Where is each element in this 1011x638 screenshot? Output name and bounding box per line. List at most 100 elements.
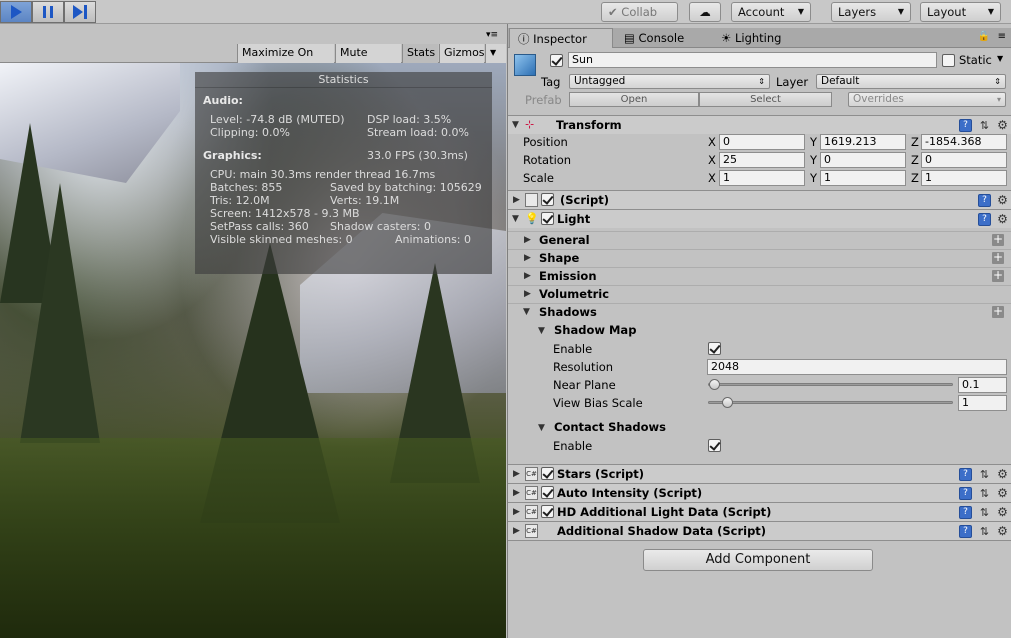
prefab-open-button[interactable]: Open (569, 92, 699, 107)
menu-icon[interactable]: ≡ (998, 31, 1006, 42)
step-button[interactable] (64, 1, 96, 23)
help-icon[interactable]: ? (978, 213, 991, 226)
gizmos-dropdown-arrow[interactable]: ▼ (485, 44, 506, 63)
transform-header[interactable]: ▼ ⊹ Transform ? ⇅ ⚙ (508, 115, 1011, 134)
collab-button[interactable]: ✔ Collab ▼ (601, 2, 678, 36)
contact-shadows-enable-checkbox[interactable] (708, 439, 721, 452)
auto-intensity-component-header[interactable]: ▶ C# Auto Intensity (Script) ? ⇅ ⚙ (508, 483, 1011, 502)
scale-y-field[interactable]: 1 (820, 170, 906, 186)
stars-component-header[interactable]: ▶ C# Stars (Script) ? ⇅ ⚙ (508, 464, 1011, 483)
foldout-open-icon: ▼ (512, 120, 519, 130)
rotation-x-field[interactable]: 25 (719, 152, 805, 168)
lock-icon[interactable]: 🔒 (978, 31, 990, 42)
hd-additional-light-data-header[interactable]: ▶ C# HD Additional Light Data (Script) ?… (508, 502, 1011, 521)
static-checkbox[interactable] (942, 54, 955, 67)
preset-icon[interactable]: ⇅ (978, 119, 991, 132)
scale-z-field[interactable]: 1 (921, 170, 1007, 186)
pause-button[interactable] (32, 1, 64, 23)
account-dropdown[interactable]: Account ▼ (731, 2, 811, 22)
gear-icon[interactable]: ⚙ (996, 119, 1009, 132)
layout-dropdown[interactable]: Layout ▼ (920, 2, 1001, 22)
gear-icon[interactable]: ⚙ (996, 468, 1009, 481)
section-emission[interactable]: ▶ Emission + (508, 267, 1011, 285)
foldout-open-icon: ▼ (523, 307, 530, 317)
chevron-down-icon[interactable]: ▼ (997, 54, 1003, 63)
add-component-button[interactable]: Add Component (643, 549, 873, 571)
near-plane-field[interactable]: 0.1 (958, 377, 1007, 393)
axis-z-label: Z (911, 135, 919, 149)
preset-icon[interactable]: ⇅ (978, 525, 991, 538)
foldout-open-icon[interactable]: ▼ (538, 423, 545, 433)
position-z-field[interactable]: -1854.368 (921, 134, 1007, 150)
preset-icon[interactable]: ⇅ (978, 506, 991, 519)
help-icon[interactable]: ? (959, 468, 972, 481)
scale-x-field[interactable]: 1 (719, 170, 805, 186)
tag-dropdown[interactable]: Untagged ⇕ (569, 74, 770, 89)
view-bias-field[interactable]: 1 (958, 395, 1007, 411)
scale-label: Scale (523, 171, 554, 185)
component-enabled-checkbox[interactable] (541, 505, 554, 518)
play-button[interactable] (0, 1, 32, 23)
view-bias-slider[interactable] (708, 401, 953, 404)
additional-shadow-data-title: Additional Shadow Data (Script) (557, 524, 767, 538)
position-y-field[interactable]: 1619.213 (820, 134, 906, 150)
gear-icon[interactable]: ⚙ (996, 194, 1009, 207)
section-shadows[interactable]: ▼ Shadows + (508, 303, 1011, 321)
foldout-open-icon[interactable]: ▼ (538, 326, 545, 336)
view-bias-slider-handle[interactable] (722, 397, 733, 408)
script-component-header[interactable]: ▶ (Script) ? ⚙ (508, 190, 1011, 209)
shadow-map-enable-checkbox[interactable] (708, 342, 721, 355)
plus-icon[interactable]: + (992, 269, 1004, 282)
near-plane-slider-handle[interactable] (709, 379, 720, 390)
help-icon[interactable]: ? (959, 525, 972, 538)
near-plane-slider[interactable] (708, 383, 953, 386)
tab-console[interactable]: ▤ Console (616, 28, 706, 48)
rotation-z-field[interactable]: 0 (921, 152, 1007, 168)
maximize-on-play-toggle[interactable]: Maximize On Play (237, 44, 334, 77)
help-icon[interactable]: ? (959, 119, 972, 132)
position-x-field[interactable]: 0 (719, 134, 805, 150)
plus-icon[interactable]: + (992, 233, 1004, 246)
help-icon[interactable]: ? (959, 487, 972, 500)
gizmos-toggle[interactable]: Gizmos (439, 44, 485, 63)
additional-shadow-data-header[interactable]: ▶ C# Additional Shadow Data (Script) ? ⇅… (508, 521, 1011, 540)
layer-dropdown[interactable]: Default ⇕ (816, 74, 1006, 89)
object-name-field[interactable]: Sun (568, 52, 937, 68)
section-volumetric[interactable]: ▶ Volumetric (508, 285, 1011, 303)
section-emission-label: Emission (539, 269, 597, 283)
preset-icon[interactable]: ⇅ (978, 487, 991, 500)
component-enabled-checkbox[interactable] (541, 467, 554, 480)
component-enabled-checkbox[interactable] (541, 486, 554, 499)
section-general-label: General (539, 233, 590, 247)
preset-icon[interactable]: ⇅ (978, 468, 991, 481)
layers-dropdown[interactable]: Layers ▼ (831, 2, 911, 22)
resolution-field[interactable]: 2048 (707, 359, 1007, 375)
foldout-closed-icon: ▶ (513, 469, 520, 479)
help-icon[interactable]: ? (959, 506, 972, 519)
prefab-select-button[interactable]: Select (699, 92, 832, 107)
light-enabled-checkbox[interactable] (541, 212, 554, 225)
plus-icon[interactable]: + (992, 305, 1004, 318)
section-shape-label: Shape (539, 251, 580, 265)
tab-lighting[interactable]: ☀ Lighting (713, 28, 803, 48)
component-enabled-checkbox[interactable] (541, 193, 554, 206)
plus-icon[interactable]: + (992, 251, 1004, 264)
active-checkbox[interactable] (550, 54, 563, 67)
gear-icon[interactable]: ⚙ (996, 213, 1009, 226)
contact-enable-label: Enable (553, 439, 593, 453)
light-component-header[interactable]: ▼ 💡 Light ? ⚙ (508, 209, 1011, 228)
menu-icon[interactable]: ▾≡ (486, 30, 498, 40)
stats-toggle[interactable]: Stats (402, 44, 438, 63)
section-general[interactable]: ▶ General + (508, 231, 1011, 249)
cloud-button[interactable]: ☁ (689, 2, 721, 22)
mute-audio-toggle[interactable]: Mute Audio (335, 44, 401, 77)
gear-icon[interactable]: ⚙ (996, 487, 1009, 500)
section-shape[interactable]: ▶ Shape + (508, 249, 1011, 267)
help-icon[interactable]: ? (978, 194, 991, 207)
rotation-y-field[interactable]: 0 (820, 152, 906, 168)
tab-inspector[interactable]: ⓘ Inspector (509, 28, 613, 48)
foldout-closed-icon: ▶ (513, 195, 520, 205)
prefab-overrides-dropdown[interactable]: Overrides ▾ (848, 92, 1006, 107)
gear-icon[interactable]: ⚙ (996, 525, 1009, 538)
gear-icon[interactable]: ⚙ (996, 506, 1009, 519)
